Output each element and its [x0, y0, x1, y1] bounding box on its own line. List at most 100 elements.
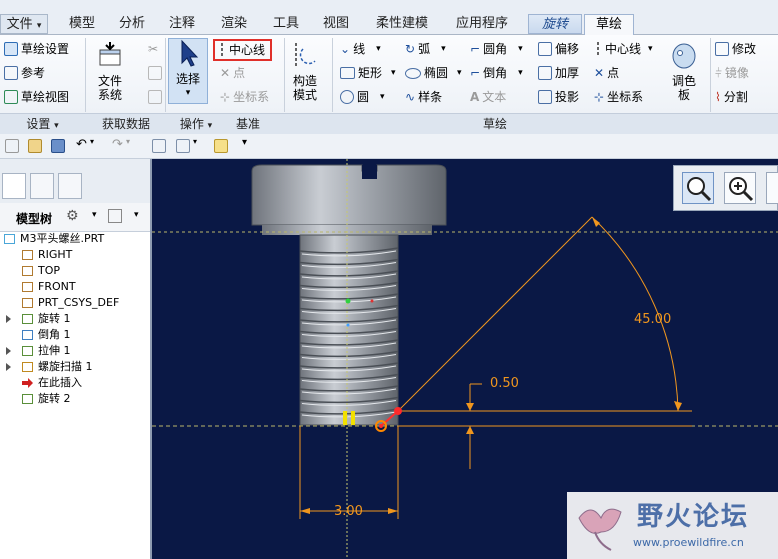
- forum-logo-icon: [578, 508, 622, 551]
- tree-item-label: 拉伸 1: [38, 344, 71, 357]
- favorites-tab[interactable]: [58, 173, 82, 199]
- sketch-view-button[interactable]: 草绘视图: [4, 86, 69, 108]
- file-system-button[interactable]: 文件系统: [88, 41, 132, 102]
- tree-item[interactable]: FRONT: [0, 279, 150, 295]
- paste-button[interactable]: [148, 86, 162, 108]
- height-dimension[interactable]: 0.50: [490, 376, 519, 391]
- cut-button[interactable]: ✂: [148, 38, 158, 60]
- construction-mode-icon: [295, 43, 316, 67]
- fillet-button[interactable]: ⌐ 圆角 ▾: [470, 38, 523, 60]
- palette-label: 调色板: [671, 74, 696, 102]
- rectangle-button[interactable]: 矩形 ▾: [340, 62, 396, 84]
- thicken-button[interactable]: 加厚: [538, 62, 579, 84]
- sketch-setup-button[interactable]: 草绘设置: [4, 38, 69, 60]
- width-dimension[interactable]: 3.00: [334, 504, 363, 519]
- modify-button[interactable]: 修改: [715, 38, 756, 60]
- sketch-vertex[interactable]: [394, 407, 402, 415]
- tab-revolve[interactable]: 旋转: [528, 14, 582, 34]
- chamfer-icon: [22, 330, 33, 340]
- tree-item[interactable]: 旋转 2: [0, 391, 150, 407]
- save-icon[interactable]: [51, 139, 65, 153]
- redo-icon[interactable]: ↷: [112, 137, 123, 152]
- tab-model[interactable]: 模型: [60, 14, 104, 34]
- chevron-down-icon[interactable]: ▾: [92, 210, 97, 220]
- palette-button[interactable]: 调色板: [664, 41, 704, 102]
- mirror-button[interactable]: ⫩ 镜像: [715, 62, 749, 84]
- panel-tab-bar: [0, 159, 150, 204]
- chamfer-label: 倒角: [483, 66, 508, 80]
- chevron-down-icon[interactable]: ▾: [90, 137, 94, 146]
- divider: [85, 38, 86, 112]
- sketch-vertex-dot: [379, 424, 383, 428]
- undo-icon[interactable]: ↶: [76, 137, 87, 152]
- expand-arrow-icon[interactable]: [6, 363, 11, 371]
- reference-button[interactable]: 参考: [4, 62, 45, 84]
- ellipse-button[interactable]: 椭圆 ▾: [405, 62, 462, 84]
- tree-item-label: 螺旋扫描 1: [38, 360, 93, 373]
- group-operations[interactable]: 操作 ▾: [166, 114, 226, 134]
- tree-item[interactable]: TOP: [0, 263, 150, 279]
- folder-browser-tab[interactable]: [30, 173, 54, 199]
- chevron-down-icon[interactable]: ▾: [126, 137, 130, 146]
- datum-point-button[interactable]: ✕ 点: [220, 62, 245, 84]
- tree-item[interactable]: 拉伸 1: [0, 343, 150, 359]
- chevron-down-icon[interactable]: ▾: [134, 210, 139, 220]
- copy-button[interactable]: [148, 62, 162, 84]
- datum-csys-button[interactable]: ⊹ 坐标系: [220, 86, 269, 108]
- centerline-button[interactable]: 中心线: [213, 39, 273, 61]
- tree-settings-icon[interactable]: ⚙: [66, 208, 79, 224]
- refit-zoom-icon[interactable]: [682, 172, 714, 204]
- modify-label: 修改: [732, 42, 757, 56]
- tab-sketch[interactable]: 草绘: [584, 14, 634, 35]
- chamfer-button[interactable]: ⌐ 倒角 ▾: [470, 62, 523, 84]
- zoom-in-icon[interactable]: [724, 172, 756, 204]
- tree-item[interactable]: 倒角 1: [0, 327, 150, 343]
- select-button[interactable]: 选择 ▾: [168, 38, 208, 104]
- model-tree-tab[interactable]: [2, 173, 26, 199]
- tree-item[interactable]: 旋转 1: [0, 311, 150, 327]
- tab-tools[interactable]: 工具: [264, 14, 308, 34]
- zoom-out-icon[interactable]: [766, 172, 778, 204]
- tab-analysis[interactable]: 分析: [110, 14, 154, 34]
- line-button[interactable]: ⌄ 线 ▾: [340, 38, 381, 60]
- constraint-marker: [343, 411, 347, 425]
- spline-button[interactable]: ∿ 样条: [405, 86, 442, 108]
- tree-item[interactable]: 在此插入: [0, 375, 150, 391]
- angle-dimension[interactable]: 45.00: [634, 312, 671, 327]
- chevron-down-icon[interactable]: ▾: [193, 137, 197, 146]
- chevron-down-icon: ▾: [518, 68, 523, 78]
- sketch-centerline-button[interactable]: 中心线 ▾: [594, 38, 653, 60]
- magnifier-icon: [687, 177, 712, 202]
- tab-annotate[interactable]: 注释: [160, 14, 204, 34]
- expand-arrow-icon[interactable]: [6, 315, 11, 323]
- group-setup[interactable]: 设置 ▾: [0, 114, 85, 134]
- text-button[interactable]: A 文本: [470, 86, 506, 108]
- tab-view[interactable]: 视图: [314, 14, 358, 34]
- expand-arrow-icon[interactable]: [6, 347, 11, 355]
- tree-item[interactable]: M3平头螺丝.PRT: [0, 231, 150, 247]
- tab-file[interactable]: 文件 ▾: [0, 14, 48, 34]
- construction-mode-button[interactable]: 构造模式: [288, 41, 322, 102]
- tree-item[interactable]: RIGHT: [0, 247, 150, 263]
- tab-render[interactable]: 渲染: [212, 14, 256, 34]
- project-button[interactable]: 投影: [538, 86, 579, 108]
- chevron-down-icon: ▾: [518, 44, 523, 54]
- circle-button[interactable]: 圆 ▾: [340, 86, 385, 108]
- offset-button[interactable]: 偏移: [538, 38, 579, 60]
- tree-item[interactable]: 螺旋扫描 1: [0, 359, 150, 375]
- sketch-point-button[interactable]: ✕ 点: [594, 62, 619, 84]
- tab-flexible-modeling[interactable]: 柔性建模: [368, 14, 436, 34]
- tab-applications[interactable]: 应用程序: [446, 14, 518, 34]
- windows-icon[interactable]: [176, 139, 190, 153]
- divide-button[interactable]: ⌇ 分割: [715, 86, 748, 108]
- arc-button[interactable]: ↻ 弧 ▾: [405, 38, 446, 60]
- tree-item[interactable]: PRT_CSYS_DEF: [0, 295, 150, 311]
- arc-icon: ↻: [405, 42, 416, 56]
- open-folder-icon[interactable]: [28, 139, 42, 153]
- customize-toolbar-icon[interactable]: ▾: [242, 137, 247, 148]
- tree-columns-icon[interactable]: [108, 209, 122, 223]
- regenerate-icon[interactable]: [152, 139, 166, 153]
- close-window-icon[interactable]: [214, 139, 228, 153]
- new-file-icon[interactable]: [5, 139, 19, 153]
- sketch-csys-button[interactable]: ⊹ 坐标系: [594, 86, 643, 108]
